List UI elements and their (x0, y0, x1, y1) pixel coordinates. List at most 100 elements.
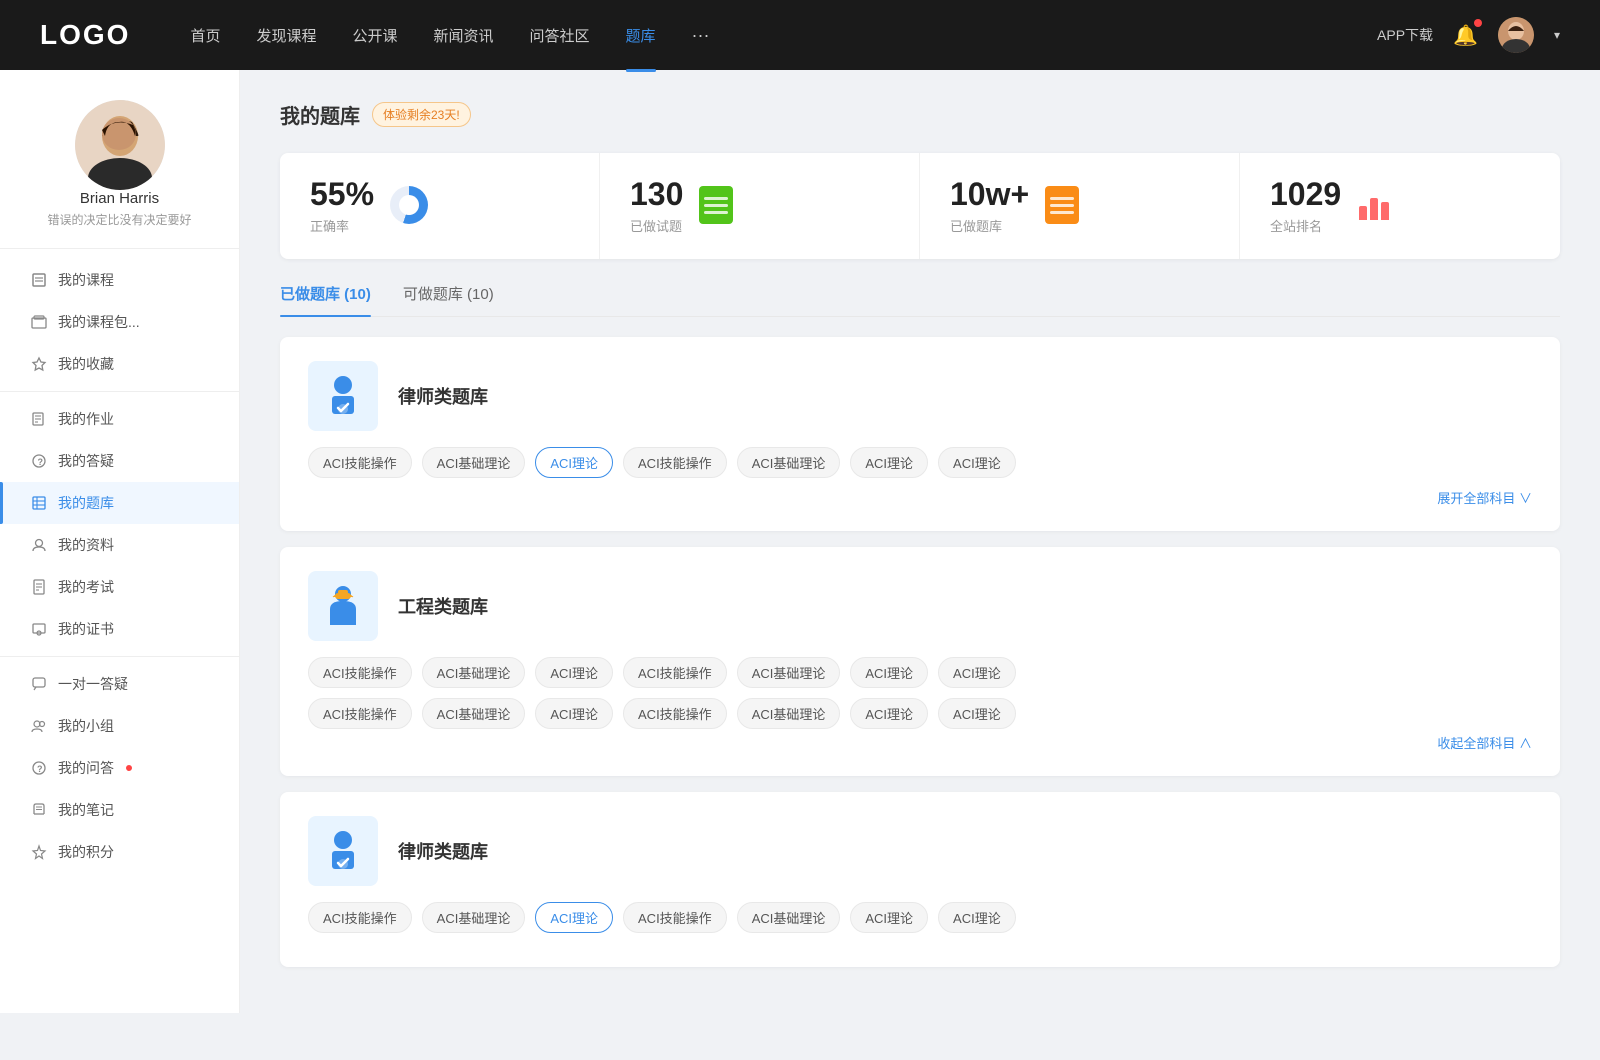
tag[interactable]: ACI技能操作 (308, 447, 412, 478)
tag[interactable]: ACI基础理论 (737, 902, 841, 933)
tag[interactable]: ACI技能操作 (623, 657, 727, 688)
sidebar-item-profile[interactable]: 我的资料 (0, 524, 239, 566)
sidebar-item-questions[interactable]: ? 我的问答 (0, 747, 239, 789)
ranking-icon (1357, 186, 1397, 226)
tag[interactable]: ACI技能操作 (623, 447, 727, 478)
tag[interactable]: ACI技能操作 (308, 657, 412, 688)
tag[interactable]: ACI理论 (535, 698, 613, 729)
notification-badge (1474, 19, 1482, 27)
nav-home[interactable]: 首页 (190, 25, 220, 46)
tags-row-2: ACI技能操作 ACI基础理论 ACI理论 ACI技能操作 ACI基础理论 AC… (308, 698, 1532, 729)
sidebar-item-my-course[interactable]: 我的课程 (0, 259, 239, 301)
sidebar-item-label: 我的笔记 (58, 800, 114, 820)
sidebar-item-label: 我的答疑 (58, 451, 114, 471)
tag[interactable]: ACI技能操作 (308, 902, 412, 933)
sidebar-menu: 我的课程 我的课程包... 我的收藏 我的作业 (0, 259, 239, 873)
trial-badge: 体验剩余23天! (372, 102, 471, 127)
tag[interactable]: ACI技能操作 (623, 902, 727, 933)
lawyer-icon (308, 361, 378, 431)
tag[interactable]: ACI基础理论 (422, 902, 526, 933)
svg-text:?: ? (37, 764, 43, 774)
page-wrapper: Brian Harris 错误的决定比没有决定要好 我的课程 我的课程包... (0, 70, 1600, 1013)
tag[interactable]: ACI基础理论 (737, 657, 841, 688)
tag[interactable]: ACI技能操作 (308, 698, 412, 729)
user-avatar[interactable] (1498, 17, 1534, 53)
stat-text: 10w+ 已做题库 (950, 177, 1029, 235)
sidebar-item-qbank[interactable]: 我的题库 (0, 482, 239, 524)
stat-done-banks: 10w+ 已做题库 (920, 153, 1240, 259)
homework-icon (30, 410, 48, 428)
tag[interactable]: ACI理论 (850, 902, 928, 933)
tag[interactable]: ACI理论 (535, 657, 613, 688)
tag-active[interactable]: ACI理论 (535, 902, 613, 933)
tag[interactable]: ACI技能操作 (623, 698, 727, 729)
stat-ranking: 1029 全站排名 (1240, 153, 1560, 259)
collapse-button[interactable]: 收起全部科目 ∧ (308, 733, 1532, 752)
tag[interactable]: ACI理论 (938, 447, 1016, 478)
tag[interactable]: ACI基础理论 (422, 657, 526, 688)
stat-value: 10w+ (950, 177, 1029, 212)
nav-more[interactable]: ··· (692, 25, 710, 46)
tab-available-banks[interactable]: 可做题库 (10) (403, 283, 494, 316)
tag[interactable]: ACI基础理论 (422, 447, 526, 478)
sidebar-item-homework[interactable]: 我的作业 (0, 398, 239, 440)
stat-text: 55% 正确率 (310, 177, 374, 235)
unread-dot (126, 765, 132, 771)
tag[interactable]: ACI基础理论 (737, 698, 841, 729)
sidebar-item-notes[interactable]: 我的笔记 (0, 789, 239, 831)
sidebar-item-my-course-pkg[interactable]: 我的课程包... (0, 301, 239, 343)
logo[interactable]: LOGO (40, 19, 130, 51)
stat-label: 已做题库 (950, 216, 1029, 235)
nav-news[interactable]: 新闻资讯 (434, 25, 494, 46)
sidebar-item-cert[interactable]: 我的证书 (0, 608, 239, 650)
group-icon (30, 717, 48, 735)
tag[interactable]: ACI基础理论 (737, 447, 841, 478)
tag-active[interactable]: ACI理论 (535, 447, 613, 478)
notification-bell[interactable]: 🔔 (1453, 23, 1478, 48)
sidebar-item-exam[interactable]: 我的考试 (0, 566, 239, 608)
nav-qbank[interactable]: 题库 (626, 25, 656, 46)
app-download-button[interactable]: APP下载 (1377, 25, 1433, 45)
tag[interactable]: ACI理论 (938, 698, 1016, 729)
qbank-header: 律师类题库 (308, 361, 1532, 431)
sidebar-item-points[interactable]: 我的积分 (0, 831, 239, 873)
tags-row-1: ACI技能操作 ACI基础理论 ACI理论 ACI技能操作 ACI基础理论 AC… (308, 657, 1532, 688)
tag[interactable]: ACI理论 (850, 447, 928, 478)
done-questions-icon (699, 186, 739, 226)
exam-icon (30, 578, 48, 596)
tabs-row: 已做题库 (10) 可做题库 (10) (280, 283, 1560, 317)
tab-done-banks[interactable]: 已做题库 (10) (280, 283, 371, 316)
menu-divider-2 (0, 656, 239, 657)
qbank-icon (30, 494, 48, 512)
expand-button[interactable]: 展开全部科目 ∨ (308, 488, 1532, 507)
tags-row-1: ACI技能操作 ACI基础理论 ACI理论 ACI技能操作 ACI基础理论 AC… (308, 447, 1532, 478)
tag[interactable]: ACI理论 (938, 902, 1016, 933)
chat-icon (30, 675, 48, 693)
sidebar-item-label: 我的证书 (58, 619, 114, 639)
stat-text: 130 已做试题 (630, 177, 683, 235)
nav-open-course[interactable]: 公开课 (352, 25, 397, 46)
tag[interactable]: ACI理论 (938, 657, 1016, 688)
user-menu-chevron[interactable]: ▾ (1554, 28, 1560, 42)
svg-text:?: ? (38, 457, 44, 467)
lawyer-icon-2 (308, 816, 378, 886)
sidebar-item-1on1[interactable]: 一对一答疑 (0, 663, 239, 705)
sidebar-item-label: 我的积分 (58, 842, 114, 862)
page-header: 我的题库 体验剩余23天! (280, 100, 1560, 129)
qbank-card-lawyer-1: 律师类题库 ACI技能操作 ACI基础理论 ACI理论 ACI技能操作 ACI基… (280, 337, 1560, 531)
profile-avatar-svg (75, 100, 165, 190)
sidebar-item-group[interactable]: 我的小组 (0, 705, 239, 747)
tag[interactable]: ACI理论 (850, 698, 928, 729)
nav-right: APP下载 🔔 ▾ (1377, 17, 1560, 53)
stat-value: 130 (630, 177, 683, 212)
nav-qa[interactable]: 问答社区 (530, 25, 590, 46)
sidebar-item-collect[interactable]: 我的收藏 (0, 343, 239, 385)
stat-done-questions: 130 已做试题 (600, 153, 920, 259)
sidebar-item-qa[interactable]: ? 我的答疑 (0, 440, 239, 482)
stat-accuracy: 55% 正确率 (280, 153, 600, 259)
tag[interactable]: ACI理论 (850, 657, 928, 688)
lines-icon (1045, 186, 1079, 224)
nav-discover[interactable]: 发现课程 (256, 25, 316, 46)
tag[interactable]: ACI基础理论 (422, 698, 526, 729)
profile-motto: 错误的决定比没有决定要好 (47, 211, 191, 228)
